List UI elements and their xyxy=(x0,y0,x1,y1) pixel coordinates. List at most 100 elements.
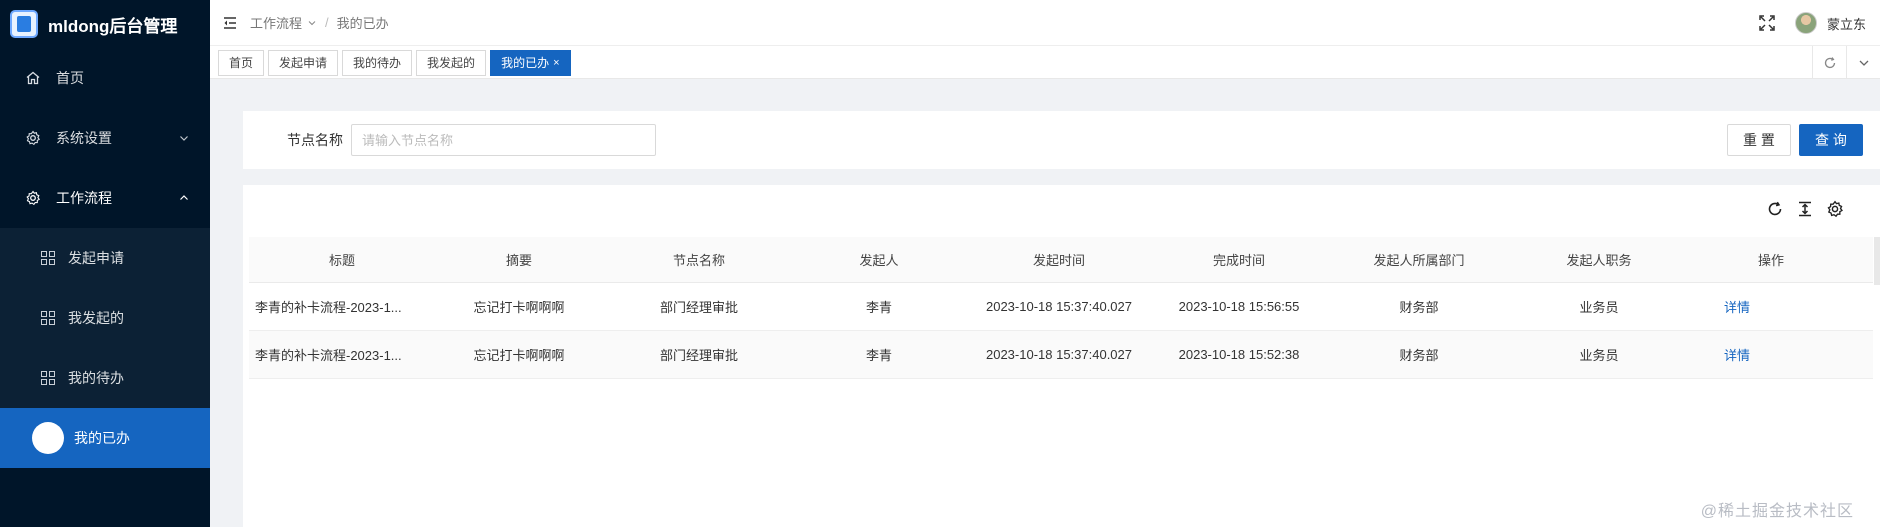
chevron-down-icon xyxy=(1859,60,1868,66)
workflow-submenu: 发起申请 我发起的 我的待办 我的已办 xyxy=(0,228,210,468)
breadcrumb: 工作流程 / 我的已办 xyxy=(250,13,389,32)
sidebar-item-workflow[interactable]: 工作流程 xyxy=(0,168,210,228)
sidebar: mldong后台管理 首页 系统设置 工作流程 发起申请 我发起的 我的待办 我… xyxy=(0,0,210,527)
cell-post: 业务员 xyxy=(1579,348,1619,363)
column-header: 操作 xyxy=(1757,253,1784,268)
reset-button[interactable]: 重 置 xyxy=(1727,124,1791,156)
home-icon xyxy=(24,69,42,87)
cell-department: 财务部 xyxy=(1399,300,1439,315)
sidebar-item-label: 首页 xyxy=(56,70,84,86)
header-actions: 蒙立东 xyxy=(1757,0,1866,46)
breadcrumb-item-workflow[interactable]: 工作流程 xyxy=(250,13,302,32)
done-tasks-table: 标题 摘要 节点名称 发起人 发起时间 完成时间 发起人所属部门 发起人职务 操… xyxy=(249,237,1873,379)
chevron-down-icon xyxy=(180,136,188,141)
search-form: 节点名称 重 置 查 询 xyxy=(243,111,1880,169)
tab-home[interactable]: 首页 xyxy=(218,49,265,76)
chevron-down-icon xyxy=(308,20,316,25)
tab-my-done[interactable]: 我的已办 × xyxy=(490,49,571,76)
search-button[interactable]: 查 询 xyxy=(1799,124,1863,156)
sidebar-item-my-done[interactable]: 我的已办 xyxy=(0,408,210,468)
app-grid-icon xyxy=(41,251,55,265)
sidebar-item-my-initiated[interactable]: 我发起的 xyxy=(0,288,210,348)
sidebar-item-home[interactable]: 首页 xyxy=(0,48,210,108)
tab-label: 发起申请 xyxy=(279,56,328,70)
reload-icon xyxy=(1768,201,1782,216)
column-header: 发起人 xyxy=(859,253,899,268)
sidebar-item-label: 工作流程 xyxy=(56,190,112,206)
column-header: 标题 xyxy=(328,253,355,268)
sidebar-item-label: 我的已办 xyxy=(74,430,130,446)
chevron-up-icon xyxy=(180,195,188,200)
tab-label: 我的已办 xyxy=(501,56,550,70)
cell-post: 业务员 xyxy=(1579,300,1619,315)
table-header-row: 标题 摘要 节点名称 发起人 发起时间 完成时间 发起人所属部门 发起人职务 操… xyxy=(249,237,1873,283)
sidebar-item-label: 我的待办 xyxy=(68,370,124,386)
app-title: mldong后台管理 xyxy=(48,16,178,36)
column-header: 发起时间 xyxy=(1032,253,1085,268)
tabs-more-button[interactable] xyxy=(1846,46,1880,79)
brand[interactable]: mldong后台管理 xyxy=(0,0,210,48)
table-row[interactable]: 李青的补卡流程-2023-1... 忘记打卡啊啊啊 部门经理审批 李青 2023… xyxy=(249,283,1873,331)
reload-icon xyxy=(1824,56,1835,68)
details-link[interactable]: 详情 xyxy=(1689,297,1853,316)
sidebar-item-my-todo[interactable]: 我的待办 xyxy=(0,348,210,408)
cell-summary: 忘记打卡啊啊啊 xyxy=(473,300,565,315)
app-grid-icon xyxy=(41,371,55,385)
tabs-bar: 首页 发起申请 我的待办 我发起的 我的已办 × xyxy=(210,46,1880,79)
node-name-label: 节点名称 xyxy=(287,132,343,148)
sidebar-item-label: 发起申请 xyxy=(68,250,124,266)
sidebar-item-label: 系统设置 xyxy=(56,130,112,146)
menu-fold-button[interactable] xyxy=(210,0,250,46)
sidebar-item-start-application[interactable]: 发起申请 xyxy=(0,228,210,288)
table-scrollbar[interactable] xyxy=(1874,237,1880,285)
sidebar-menu: 首页 系统设置 工作流程 发起申请 我发起的 我的待办 我的已办 xyxy=(0,48,210,468)
sidebar-item-label: 我发起的 xyxy=(68,310,124,326)
top-header: 工作流程 / 我的已办 蒙立东 xyxy=(210,0,1880,46)
node-name-input[interactable] xyxy=(351,124,656,156)
table-reload-button[interactable] xyxy=(1764,198,1786,220)
column-header: 完成时间 xyxy=(1212,253,1265,268)
details-link[interactable]: 详情 xyxy=(1689,345,1853,364)
sidebar-item-system-settings[interactable]: 系统设置 xyxy=(0,108,210,168)
table-card: 标题 摘要 节点名称 发起人 发起时间 完成时间 发起人所属部门 发起人职务 操… xyxy=(243,185,1880,527)
table-toolbar xyxy=(1756,198,1846,220)
cell-initiator: 李青 xyxy=(865,348,892,363)
close-icon[interactable]: × xyxy=(553,57,559,69)
tab-my-initiated[interactable]: 我发起的 xyxy=(416,49,487,76)
cell-end-time: 2023-10-18 15:56:55 xyxy=(1178,299,1300,314)
table-row[interactable]: 李青的补卡流程-2023-1... 忘记打卡啊啊啊 部门经理审批 李青 2023… xyxy=(249,331,1873,379)
tab-start-application[interactable]: 发起申请 xyxy=(268,49,339,76)
tab-label: 我的待办 xyxy=(353,56,402,70)
app-logo-icon xyxy=(10,10,38,38)
avatar[interactable] xyxy=(1794,12,1817,34)
column-header: 节点名称 xyxy=(672,253,725,268)
column-header: 摘要 xyxy=(505,253,532,268)
cell-node: 部门经理审批 xyxy=(659,300,738,315)
cell-summary: 忘记打卡啊啊啊 xyxy=(473,348,565,363)
column-header: 发起人职务 xyxy=(1566,253,1632,268)
column-header: 发起人所属部门 xyxy=(1373,253,1465,268)
table-density-button[interactable] xyxy=(1794,198,1816,220)
tabs-refresh-button[interactable] xyxy=(1812,46,1846,79)
gear-icon xyxy=(24,189,42,207)
breadcrumb-separator: / xyxy=(325,15,329,30)
username[interactable]: 蒙立东 xyxy=(1827,14,1866,33)
cell-title: 李青的补卡流程-2023-1... xyxy=(255,300,402,315)
cell-node: 部门经理审批 xyxy=(659,348,738,363)
gear-icon xyxy=(24,129,42,147)
cell-end-time: 2023-10-18 15:52:38 xyxy=(1178,347,1300,362)
cell-start-time: 2023-10-18 15:37:40.027 xyxy=(985,347,1132,362)
tab-list: 首页 发起申请 我的待办 我发起的 我的已办 × xyxy=(210,46,1880,79)
breadcrumb-item-current: 我的已办 xyxy=(336,16,389,31)
table-settings-button[interactable] xyxy=(1824,198,1846,220)
cell-initiator: 李青 xyxy=(865,300,892,315)
cell-title: 李青的补卡流程-2023-1... xyxy=(255,348,402,363)
cell-start-time: 2023-10-18 15:37:40.027 xyxy=(985,299,1132,314)
tabs-actions xyxy=(1812,46,1880,79)
menu-fold-icon xyxy=(224,16,236,29)
fullscreen-icon[interactable] xyxy=(1757,13,1777,33)
tab-label: 首页 xyxy=(229,56,254,70)
cell-department: 财务部 xyxy=(1399,348,1439,363)
watermark: @稀土掘金技术社区 xyxy=(1700,503,1854,520)
tab-my-todo[interactable]: 我的待办 xyxy=(342,49,413,76)
